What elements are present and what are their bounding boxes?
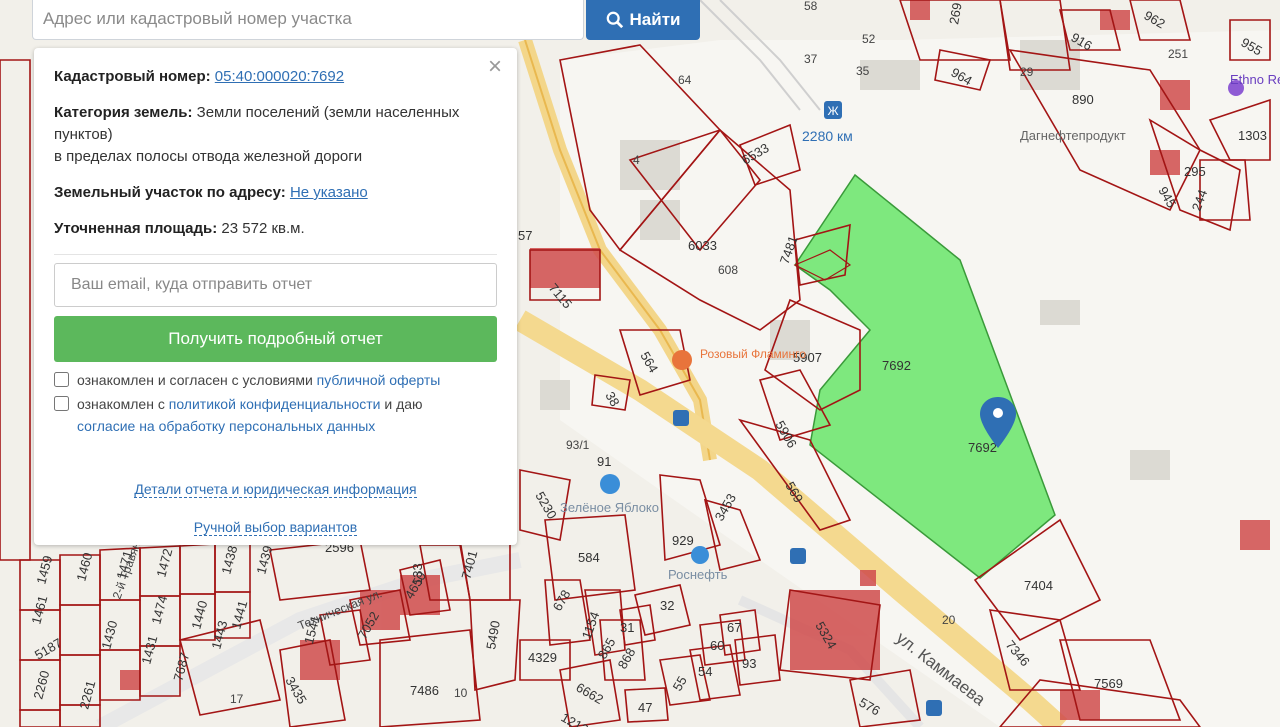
rosneft-label: Роснефть [668, 567, 728, 582]
svg-text:7486: 7486 [410, 683, 439, 698]
cadastral-number-link[interactable]: 05:40:000020:7692 [215, 68, 344, 85]
svg-text:6033: 6033 [688, 238, 717, 253]
flamingo-label: Розовый Фламинго [700, 347, 806, 361]
report-details-link[interactable]: Детали отчета и юридическая информация [134, 481, 417, 498]
parcel-info-panel: × Кадастровый номер: 05:40:000020:7692 К… [34, 48, 517, 545]
ethno-label: Ethno Resid [1230, 72, 1280, 87]
svg-text:608: 608 [718, 263, 738, 277]
svg-text:929: 929 [672, 533, 694, 548]
search-button[interactable]: Найти [586, 0, 700, 40]
svg-text:584: 584 [578, 550, 600, 565]
area-label: Уточненная площадь: [54, 220, 218, 237]
svg-text:52: 52 [862, 32, 876, 46]
search-box [32, 0, 584, 40]
svg-text:35: 35 [856, 64, 870, 78]
consent-link[interactable]: согласие на обработку персональных данны… [77, 418, 375, 434]
svg-text:10: 10 [454, 686, 468, 700]
offer-checkbox[interactable] [54, 372, 69, 387]
details-link-row: Детали отчета и юридическая информация [54, 481, 497, 498]
svg-text:93/1: 93/1 [566, 438, 590, 452]
svg-text:295: 295 [1184, 164, 1206, 179]
svg-text:4: 4 [633, 153, 640, 167]
svg-text:37: 37 [804, 52, 818, 66]
svg-text:47: 47 [638, 700, 652, 715]
email-field[interactable] [54, 263, 497, 307]
svg-text:57: 57 [518, 228, 532, 243]
svg-text:Ж: Ж [827, 104, 838, 118]
privacy-text: ознакомлен с политикой конфиденциальност… [77, 396, 423, 434]
address-link[interactable]: Не указано [290, 184, 368, 201]
svg-text:7692: 7692 [882, 358, 911, 373]
svg-text:58: 58 [804, 0, 818, 13]
svg-text:31: 31 [620, 620, 634, 635]
privacy-checkbox[interactable] [54, 396, 69, 411]
area-row: Уточненная площадь: 23 572 кв.м. [54, 218, 497, 240]
cadastral-row: Кадастровый номер: 05:40:000020:7692 [54, 66, 497, 88]
dagneft-label: Дагнефтепродукт [1020, 128, 1126, 143]
station-label: 2280 км [802, 128, 853, 144]
offer-text: ознакомлен и согласен с условиями публич… [77, 372, 441, 388]
offer-agreement: ознакомлен и согласен с условиями публич… [54, 369, 497, 391]
apple-label: Зелёное Яблоко [560, 500, 659, 515]
address-row: Земельный участок по адресу: Не указано [54, 182, 497, 204]
svg-text:251: 251 [1168, 47, 1188, 61]
svg-text:7692: 7692 [968, 440, 997, 455]
category-row: Категория земель: Земли поселений (земли… [54, 102, 497, 168]
svg-text:29: 29 [1020, 65, 1034, 79]
manual-link-row: Ручной выбор вариантов [54, 519, 497, 536]
svg-text:133: 133 [410, 563, 425, 585]
privacy-agreement: ознакомлен с политикой конфиденциальност… [54, 393, 497, 437]
svg-text:17: 17 [230, 692, 244, 706]
manual-selection-link[interactable]: Ручной выбор вариантов [193, 519, 358, 536]
svg-text:91: 91 [597, 454, 611, 469]
svg-text:890: 890 [1072, 92, 1094, 107]
svg-text:1303: 1303 [1238, 128, 1267, 143]
divider [54, 254, 497, 255]
svg-text:32: 32 [660, 598, 674, 613]
svg-text:60: 60 [710, 638, 724, 653]
svg-text:7569: 7569 [1094, 676, 1123, 691]
privacy-policy-link[interactable]: политикой конфиденциальности [169, 396, 381, 412]
offer-link[interactable]: публичной оферты [317, 372, 441, 388]
search-icon [606, 11, 623, 29]
category-label: Категория земель: [54, 104, 193, 121]
get-report-button[interactable]: Получить подробный отчет [54, 316, 497, 362]
search-button-label: Найти [629, 10, 681, 29]
svg-text:7404: 7404 [1024, 578, 1053, 593]
close-icon[interactable]: × [485, 55, 505, 79]
category-value-detail: в пределах полосы отвода железной дороги [54, 148, 363, 165]
area-value: 23 572 кв.м. [221, 220, 305, 237]
svg-text:20: 20 [942, 613, 956, 627]
svg-text:4329: 4329 [528, 650, 557, 665]
cadastral-label: Кадастровый номер: [54, 68, 211, 85]
svg-text:64: 64 [678, 73, 692, 87]
svg-text:67: 67 [727, 620, 741, 635]
svg-text:93: 93 [742, 656, 756, 671]
search-input[interactable] [33, 0, 583, 38]
svg-text:54: 54 [698, 664, 712, 679]
address-label: Земельный участок по адресу: [54, 184, 286, 201]
